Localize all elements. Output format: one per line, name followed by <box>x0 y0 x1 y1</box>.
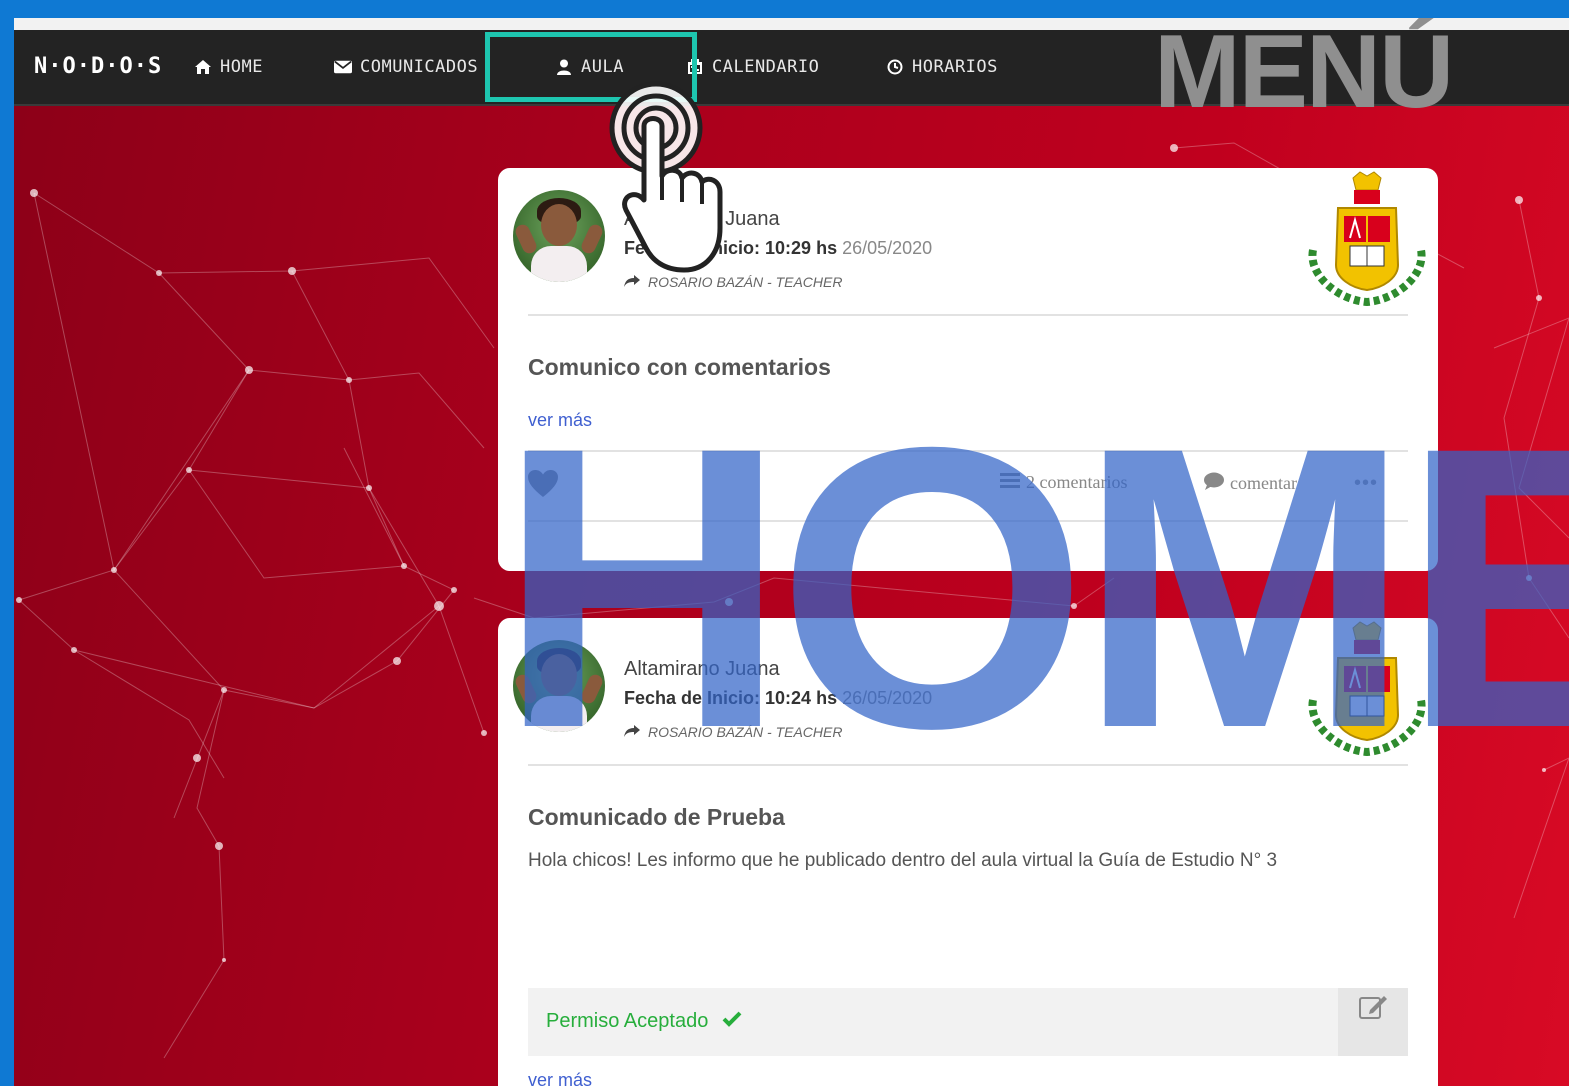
nav-label-calendario: CALENDARIO <box>712 57 820 77</box>
avatar[interactable] <box>513 190 605 282</box>
nav-label-horarios: HORARIOS <box>912 57 998 77</box>
brand-logo[interactable]: N·O·D·O·S <box>34 54 162 79</box>
permission-label: Permiso Aceptado <box>546 1010 709 1032</box>
permission-status: Permiso Aceptado <box>546 1010 742 1033</box>
nav-item-horarios[interactable]: HORARIOS <box>886 57 998 77</box>
envelope-icon <box>334 59 352 75</box>
nav-label-home: HOME <box>220 57 263 77</box>
post-date: 26/05/2020 <box>842 238 933 258</box>
top-navbar: N·O·D·O·S HOME COMUNICADOS AULA CALENDAR… <box>14 20 1569 124</box>
pointer-hand-icon <box>609 81 723 273</box>
home-overlay-title: HOME <box>498 364 1569 811</box>
permission-status-box: Permiso Aceptado <box>528 988 1408 1056</box>
post-body: Hola chicos! Les informo que he publicad… <box>528 850 1278 871</box>
divider <box>528 314 1408 316</box>
edit-icon <box>1359 996 1387 1019</box>
check-icon <box>722 1010 742 1033</box>
ver-mas-link[interactable]: ver más <box>528 1070 592 1086</box>
clock-icon <box>886 59 904 75</box>
menu-overlay-title: MENÚ <box>1154 18 1454 130</box>
school-crest-logo <box>1308 171 1426 306</box>
app-stage: N·O·D·O·S HOME COMUNICADOS AULA CALENDAR… <box>14 18 1569 1086</box>
nav-item-comunicados[interactable]: COMUNICADOS <box>334 57 478 77</box>
nav-label-comunicados: COMUNICADOS <box>360 57 479 77</box>
nav-item-home[interactable]: HOME <box>194 57 263 77</box>
home-icon <box>194 59 212 75</box>
nav-item-calendario[interactable]: CALENDARIO <box>686 57 819 77</box>
edit-button[interactable] <box>1338 988 1408 1056</box>
